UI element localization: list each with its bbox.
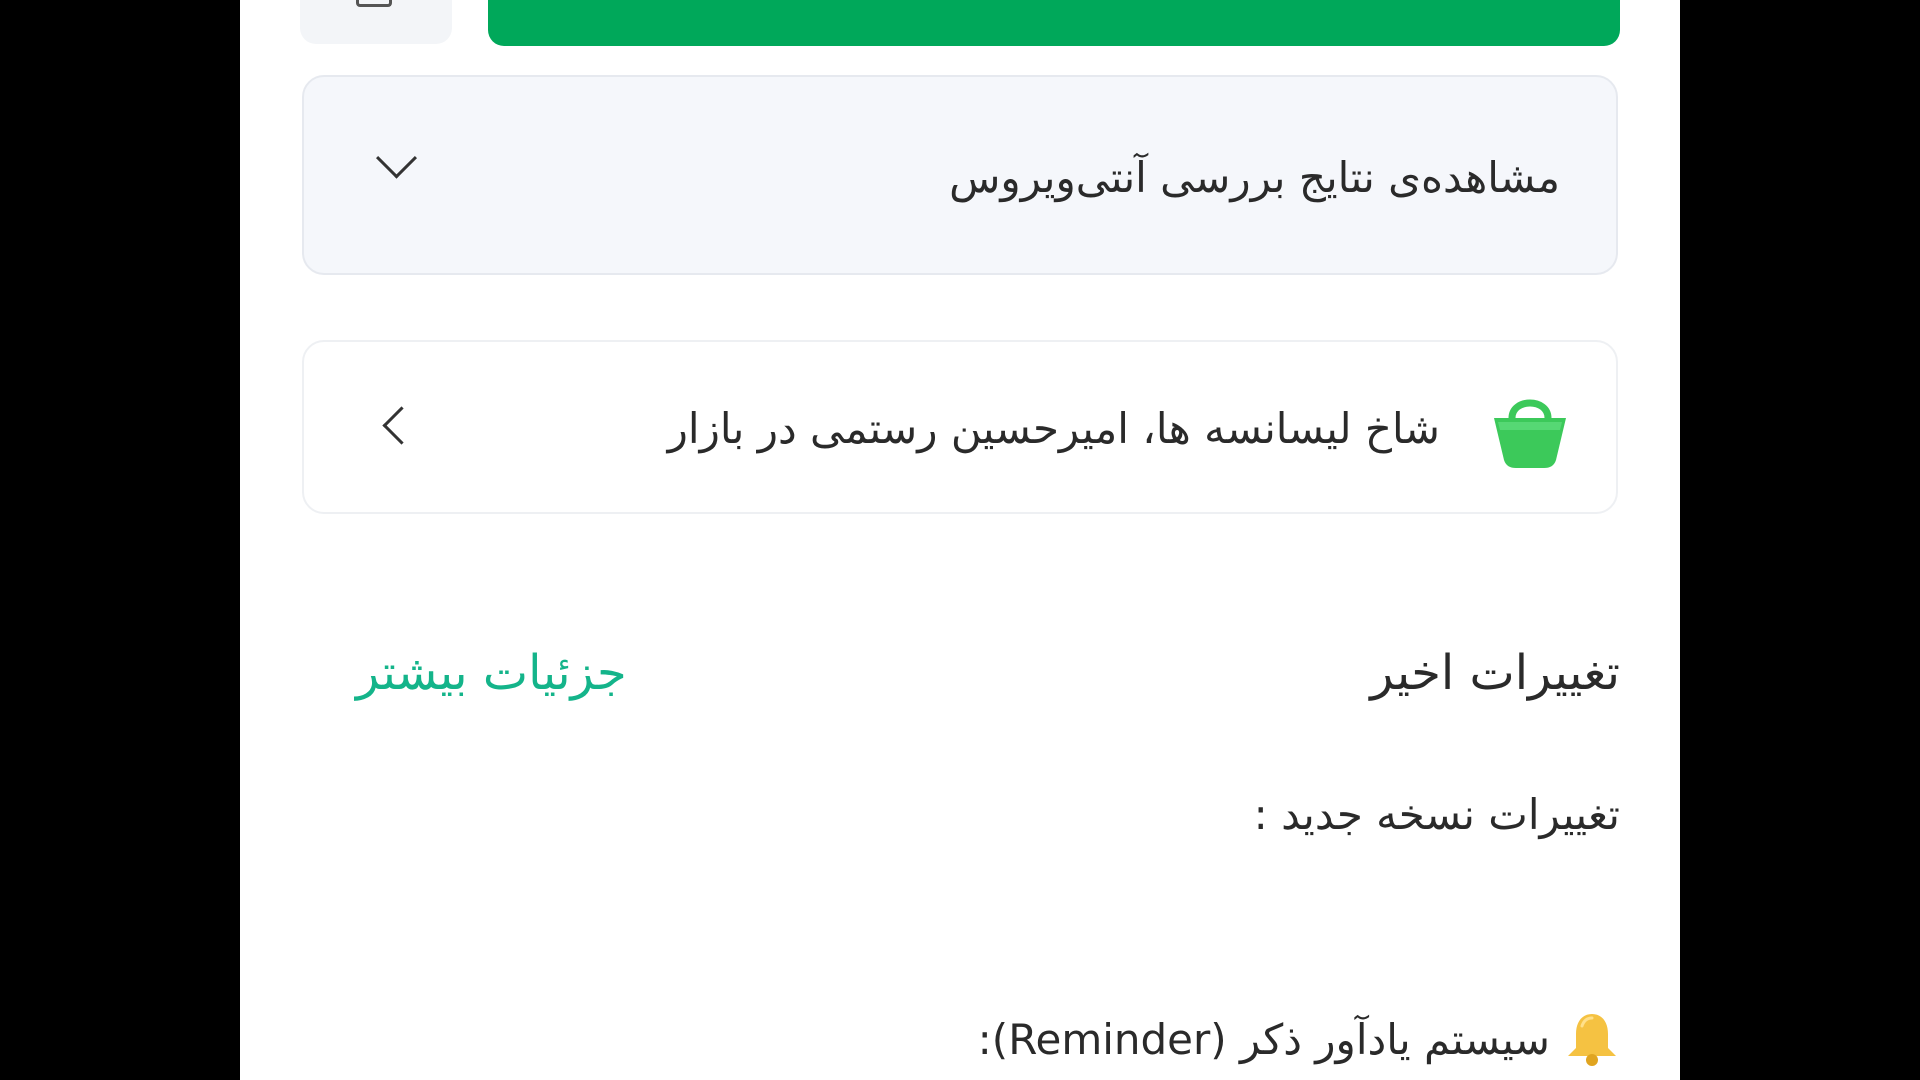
tray-icon	[356, 0, 392, 7]
recent-changes-title: تغییرات اخیر	[1370, 645, 1620, 701]
app-screen: مشاهده‌ی نتایج بررسی آنتی‌ویروس شاخ لیسا…	[240, 0, 1680, 1080]
antivirus-results-card[interactable]: مشاهده‌ی نتایج بررسی آنتی‌ویروس	[302, 75, 1618, 275]
antivirus-results-title: مشاهده‌ی نتایج بررسی آنتی‌ویروس	[949, 153, 1560, 202]
reminder-text: سیستم یادآور ذکر (Reminder):	[977, 1014, 1550, 1064]
developer-card[interactable]: شاخ لیسانسه ها، امیرحسین رستمی در بازار	[302, 340, 1618, 514]
new-version-changes-heading: تغییرات نسخه جدید :	[1253, 790, 1620, 839]
secondary-action-button[interactable]	[300, 0, 452, 44]
developer-name: شاخ لیسانسه ها، امیرحسین رستمی در بازار	[667, 404, 1440, 453]
bell-icon	[1568, 1014, 1616, 1066]
more-details-link[interactable]: جزئیات بیشتر	[356, 645, 627, 701]
chevron-left-icon[interactable]	[382, 406, 421, 445]
shopping-bag-icon	[1494, 399, 1566, 468]
chevron-down-icon[interactable]	[375, 137, 418, 179]
reminder-feature-line: سیستم یادآور ذکر (Reminder):	[978, 1010, 1620, 1068]
install-button[interactable]	[488, 0, 1620, 46]
